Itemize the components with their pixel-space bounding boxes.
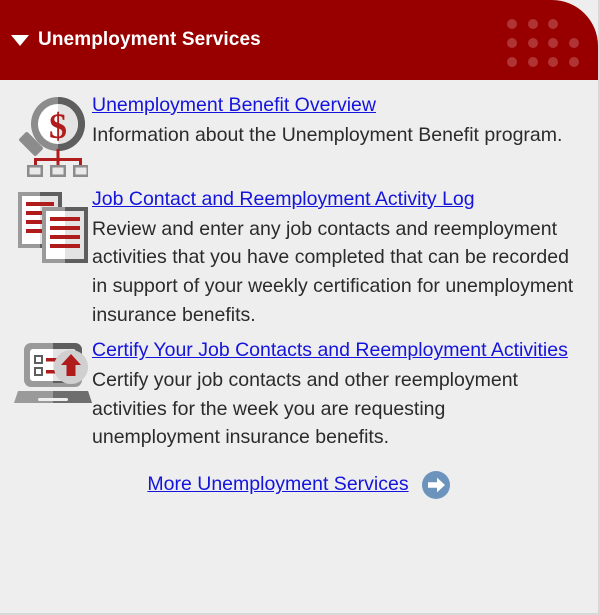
dot (527, 37, 538, 48)
dot (548, 56, 559, 67)
caret-down-icon[interactable] (11, 34, 29, 46)
service-text-block: Certify Your Job Contacts and Reemployme… (92, 337, 584, 452)
arrow-right-circle-icon[interactable] (421, 470, 451, 500)
panel-footer: More Unemployment Services (0, 460, 598, 518)
service-description: Certify your job contacts and other reem… (92, 369, 518, 449)
dot-grid-decoration-icon (502, 14, 584, 71)
dot (568, 37, 579, 48)
dot (527, 56, 538, 67)
dot (568, 56, 579, 67)
services-list: $ Unemployment Benefit Overview Informat… (0, 80, 598, 452)
laptop-upload-certify-icon (14, 337, 92, 409)
dot (507, 56, 518, 67)
link-unemployment-benefit-overview[interactable]: Unemployment Benefit Overview (92, 94, 376, 116)
service-description: Information about the Unemployment Benef… (92, 123, 563, 146)
dot (548, 18, 559, 29)
list-item: Job Contact and Reemployment Activity Lo… (14, 186, 584, 329)
magnifier-dollar-icon: $ (14, 92, 92, 178)
dot (507, 37, 518, 48)
service-description: Review and enter any job contacts and re… (92, 217, 574, 326)
dot (507, 18, 518, 29)
page-title: Unemployment Services (38, 29, 261, 50)
dot (548, 37, 559, 48)
service-text-block: Unemployment Benefit Overview Informatio… (92, 92, 584, 149)
unemployment-services-panel: Unemployment Services $ Unemployment Ben… (0, 0, 600, 615)
svg-text:$: $ (49, 106, 67, 146)
link-more-unemployment-services[interactable]: More Unemployment Services (147, 473, 408, 496)
panel-header[interactable]: Unemployment Services (0, 0, 598, 80)
list-item: $ Unemployment Benefit Overview Informat… (14, 92, 584, 178)
link-job-contact-and-reemployment-activity-log[interactable]: Job Contact and Reemployment Activity Lo… (92, 188, 475, 210)
dot (527, 18, 538, 29)
documents-log-icon (14, 186, 92, 266)
service-text-block: Job Contact and Reemployment Activity Lo… (92, 186, 584, 329)
list-item: Certify Your Job Contacts and Reemployme… (14, 337, 584, 452)
link-certify-your-job-contacts-and-reemployment-activities[interactable]: Certify Your Job Contacts and Reemployme… (92, 339, 568, 361)
